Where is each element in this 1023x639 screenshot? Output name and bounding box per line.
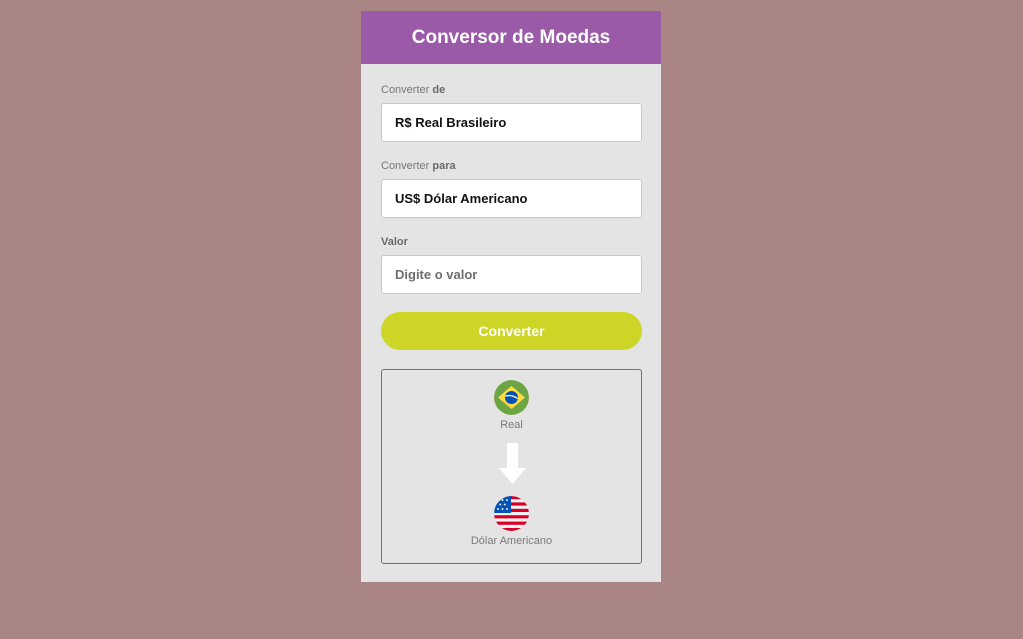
amount-label-text: Valor: [381, 236, 408, 248]
brazil-flag-icon: [494, 380, 529, 415]
usa-flag-icon: [494, 496, 529, 531]
to-currency-value: US$ Dólar Americano: [395, 191, 528, 206]
amount-label: Valor: [381, 236, 641, 249]
page-title: Conversor de Moedas: [411, 26, 611, 48]
converter-card: Conversor de Moedas Converter de R$ Real…: [361, 11, 661, 582]
from-currency-name: Real: [500, 419, 523, 431]
convert-button[interactable]: Converter: [381, 312, 642, 350]
from-currency-select[interactable]: R$ Real Brasileiro: [381, 103, 642, 142]
card-header: Conversor de Moedas: [361, 11, 661, 64]
from-currency-value: R$ Real Brasileiro: [395, 115, 507, 130]
from-label-prefix: Converter: [381, 84, 430, 96]
from-currency-display: Real: [382, 380, 641, 431]
arrow-down-icon: [499, 443, 526, 484]
conversion-result-panel: Real Dólar Americano: [381, 369, 642, 564]
to-currency-label: Converter para: [381, 160, 641, 173]
to-label-bold: para: [432, 160, 456, 172]
amount-input[interactable]: [381, 255, 642, 294]
from-label-bold: de: [432, 84, 446, 96]
from-currency-label: Converter de: [381, 84, 641, 97]
converter-form: Converter de R$ Real Brasileiro Converte…: [361, 64, 661, 564]
to-currency-display: Dólar Americano: [382, 496, 641, 547]
to-currency-select[interactable]: US$ Dólar Americano: [381, 179, 642, 218]
to-currency-name: Dólar Americano: [470, 535, 553, 547]
to-label-prefix: Converter: [381, 160, 430, 172]
